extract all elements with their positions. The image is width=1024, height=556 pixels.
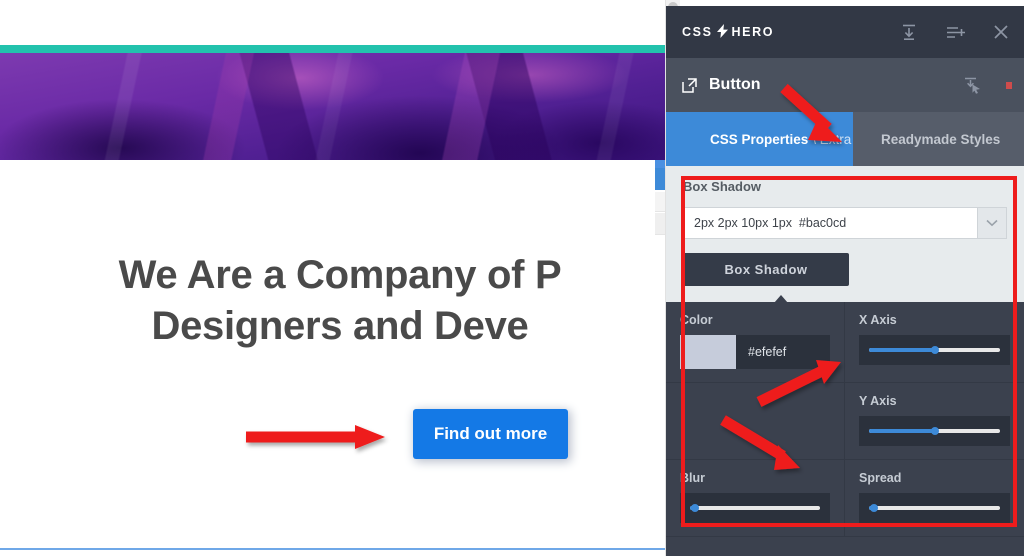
external-link-icon[interactable] [682,77,697,93]
page-top-whitespace [0,0,680,45]
status-badge [994,58,1024,112]
active-property-caret-icon [774,295,788,303]
x-axis-slider[interactable] [869,346,1000,354]
control-color-label: Color [680,313,713,327]
blur-slider-wrap[interactable] [680,493,830,523]
control-blur: Blur [666,460,845,537]
heading-line-1: We Are a Company of P [118,253,562,297]
color-hex-value[interactable]: #efefef [736,335,830,369]
save-to-bottom-icon[interactable] [886,6,932,58]
selected-element-label: Button [709,76,761,93]
spread-slider-wrap[interactable] [859,493,1010,523]
control-spread-label: Spread [859,471,902,485]
css-hero-logo: CSS HERO [682,23,775,41]
site-accent-bar [0,45,680,53]
panel-tabs: CSS Properties \ Extra Readymade Styles [666,112,1024,166]
control-x-axis: X Axis [845,302,1024,383]
hero-banner-image [0,53,680,160]
control-y-axis-label: Y Axis [859,394,897,408]
control-x-axis-label: X Axis [859,313,897,327]
panel-header-actions [886,6,1024,58]
box-shadow-property-button[interactable]: Box Shadow [683,253,849,286]
spread-slider[interactable] [869,504,1000,512]
chevron-down-icon[interactable] [977,207,1007,239]
control-blur-label: Blur [680,471,705,485]
control-y-axis: Y Axis [845,383,1024,460]
lightning-bolt-icon [716,23,728,41]
element-bar-actions [950,58,1024,112]
color-picker-row[interactable]: #efefef [680,335,830,369]
tab-readymade-styles[interactable]: Readymade Styles [853,112,1024,166]
screenshot-root: We Are a Company of P Designers and Deve… [0,0,1024,556]
css-hero-panel: CSS HERO Button CSS Properties \ Extra R… [666,6,1024,556]
tab-css-properties[interactable]: CSS Properties \ Extra [666,112,853,166]
control-color: Color #efefef [666,302,845,383]
box-shadow-section: Box Shadow 2px 2px 10px 1px #bac0cd Box … [666,166,1024,303]
page-bottom-rule [0,548,672,550]
y-axis-slider-wrap[interactable] [859,416,1010,446]
cursor-select-icon[interactable] [950,58,994,112]
color-swatch[interactable] [680,335,736,369]
control-spacer [666,383,845,460]
blur-slider[interactable] [690,504,820,512]
box-shadow-value-input[interactable]: 2px 2px 10px 1px #bac0cd [683,207,977,239]
find-out-more-button[interactable]: Find out more [413,409,568,459]
box-shadow-input-row: 2px 2px 10px 1px #bac0cd [683,207,1007,239]
brand-hero-text: HERO [731,25,775,39]
close-icon[interactable] [978,6,1024,58]
brand-css-text: CSS [682,25,713,39]
y-axis-slider[interactable] [869,427,1000,435]
selected-element-bar: Button [666,58,1024,112]
panel-header: CSS HERO [666,6,1024,58]
box-shadow-section-title: Box Shadow [683,179,762,194]
page-title: We Are a Company of P Designers and Deve [0,250,680,352]
tab-css-properties-label: CSS Properties [710,131,809,147]
list-plus-icon[interactable] [932,6,978,58]
control-spread: Spread [845,460,1024,537]
heading-line-2: Designers and Deve [151,304,529,349]
tab-css-properties-sublabel: \ Extra [812,131,852,147]
x-axis-slider-wrap[interactable] [859,335,1010,365]
box-shadow-controls-grid: Color #efefef X Axis Y Axis Blur Spread [666,302,1024,537]
